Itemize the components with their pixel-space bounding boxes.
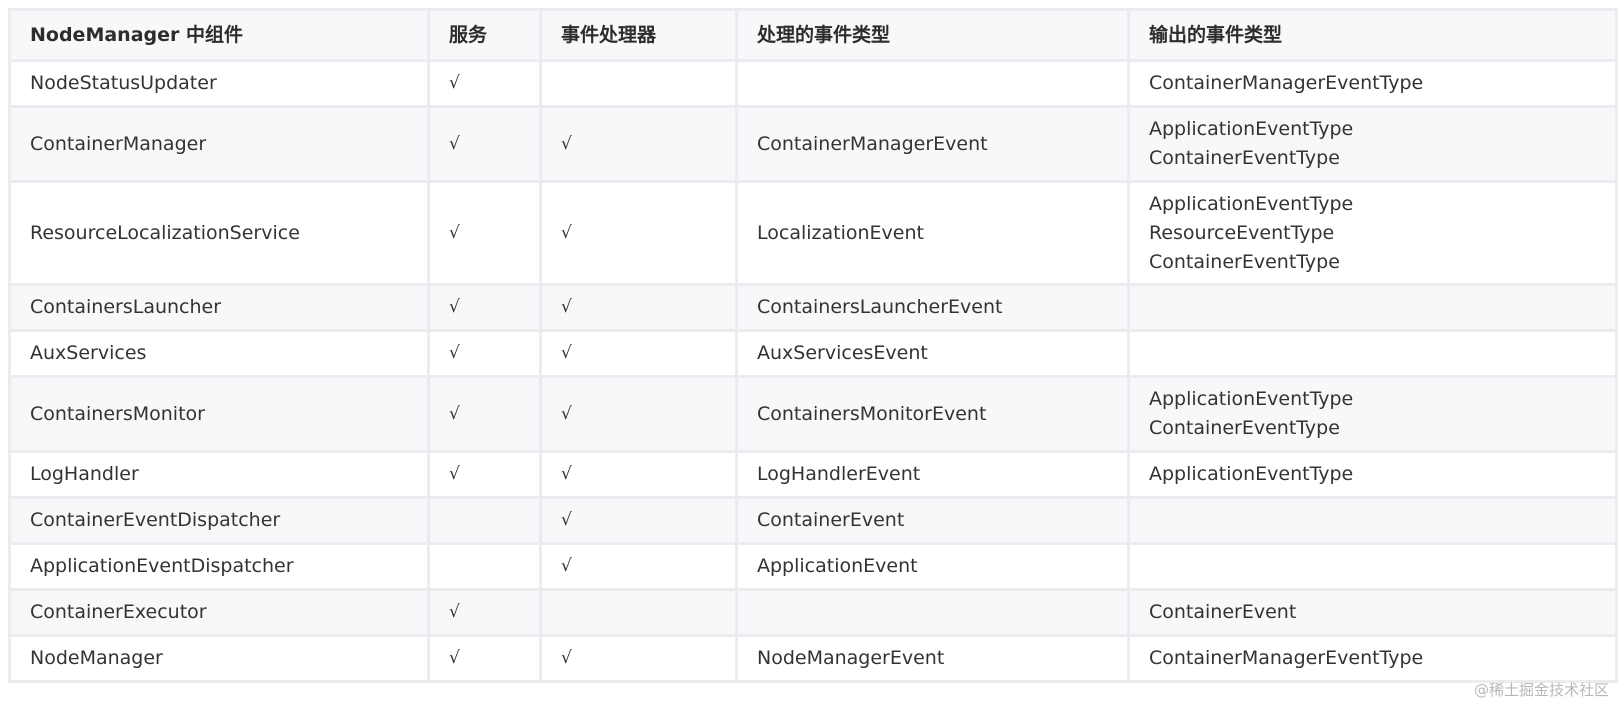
cell-component: ContainerExecutor xyxy=(8,588,430,637)
cell-output-events xyxy=(1127,283,1618,332)
cell-handled-events: LocalizationEvent xyxy=(735,180,1130,286)
table-row: ApplicationEventDispatcher √ ApplicationEv… xyxy=(8,542,1618,591)
header-component: NodeManager 中组件 xyxy=(8,8,430,62)
cell-handled-events: ContainerManagerEvent xyxy=(735,105,1130,183)
table-row: ContainerEventDispatcher √ ContainerEvent xyxy=(8,496,1618,545)
cell-output-events: ContainerManagerEventType xyxy=(1127,634,1618,683)
cell-service-check: √ xyxy=(427,375,542,453)
cell-handled-events: ContainersMonitorEvent xyxy=(735,375,1130,453)
output-event-type: ResourceEventType xyxy=(1149,221,1335,244)
cell-service-check xyxy=(427,496,542,545)
cell-service-check: √ xyxy=(427,180,542,286)
cell-service-check: √ xyxy=(427,634,542,683)
handled-event-type: ContainersLauncherEvent xyxy=(757,296,1003,318)
cell-handler-check: √ xyxy=(539,496,738,545)
cell-service-check: √ xyxy=(427,59,542,108)
output-event-type: ContainerEvent xyxy=(1149,601,1297,623)
cell-handled-events xyxy=(735,59,1130,108)
handled-event-type: ApplicationEvent xyxy=(757,555,918,577)
cell-handled-events: ContainersLauncherEvent xyxy=(735,283,1130,332)
cell-handled-events: AuxServicesEvent xyxy=(735,329,1130,378)
cell-handler-check: √ xyxy=(539,634,738,683)
output-event-type: ContainerEventType xyxy=(1149,250,1340,273)
table-row: NodeStatusUpdater √ ContainerManagerEventT… xyxy=(8,59,1618,108)
cell-service-check: √ xyxy=(427,283,542,332)
table-body: NodeStatusUpdater √ ContainerManagerEventT… xyxy=(8,59,1618,683)
cell-output-events: ContainerEvent xyxy=(1127,588,1618,637)
cell-handler-check xyxy=(539,59,738,108)
cell-component: ApplicationEventDispatcher xyxy=(8,542,430,591)
handled-event-type: ContainerEvent xyxy=(757,509,905,531)
cell-output-events: ContainerManagerEventType xyxy=(1127,59,1618,108)
cell-service-check xyxy=(427,542,542,591)
cell-handler-check: √ xyxy=(539,450,738,499)
handled-event-type: AuxServicesEvent xyxy=(757,342,928,364)
table-header-row: NodeManager 中组件 服务 事件处理器 处理的事件类型 输出的事件类型 xyxy=(8,8,1618,62)
handled-event-type: LocalizationEvent xyxy=(757,221,924,244)
cell-output-events: ApplicationEventType ContainerEventType xyxy=(1127,375,1618,453)
cell-component: LogHandler xyxy=(8,450,430,499)
cell-service-check: √ xyxy=(427,329,542,378)
cell-component: ContainerEventDispatcher xyxy=(8,496,430,545)
cell-handler-check xyxy=(539,588,738,637)
cell-handler-check: √ xyxy=(539,105,738,183)
handled-event-type: ContainersMonitorEvent xyxy=(757,402,987,425)
output-event-type: ApplicationEventType xyxy=(1149,192,1354,215)
header-output-event-types: 输出的事件类型 xyxy=(1127,8,1618,62)
cell-handled-events: NodeManagerEvent xyxy=(735,634,1130,683)
cell-handler-check: √ xyxy=(539,283,738,332)
handled-event-type: LogHandlerEvent xyxy=(757,463,921,485)
table-row: ContainerExecutor √ ContainerEvent xyxy=(8,588,1618,637)
output-event-type: ApplicationEventType xyxy=(1149,463,1354,485)
cell-handler-check: √ xyxy=(539,375,738,453)
cell-service-check: √ xyxy=(427,588,542,637)
table-row: NodeManager √ √ NodeManagerEvent ContainerMa… xyxy=(8,634,1618,683)
table-row: ResourceLocalizationService √ √ Localizatio… xyxy=(8,180,1618,286)
output-event-type: ContainerEventType xyxy=(1149,417,1340,439)
table-row: AuxServices √ √ AuxServicesEvent xyxy=(8,329,1618,378)
cell-handled-events: LogHandlerEvent xyxy=(735,450,1130,499)
table-row: ContainerManager √ √ ContainerManagerEvent A… xyxy=(8,105,1618,183)
output-event-type: ContainerEventType xyxy=(1149,147,1340,169)
cell-output-events xyxy=(1127,542,1618,591)
handled-event-type: ContainerManagerEvent xyxy=(757,132,988,155)
cell-output-events: ApplicationEventType ContainerEventType xyxy=(1127,105,1618,183)
cell-component: ContainerManager xyxy=(8,105,430,183)
cell-output-events xyxy=(1127,496,1618,545)
cell-component: AuxServices xyxy=(8,329,430,378)
output-event-type: ContainerManagerEventType xyxy=(1149,72,1424,94)
table-row: ContainersMonitor √ √ ContainersMonitorEven… xyxy=(8,375,1618,453)
table-row: ContainersLauncher √ √ ContainersLauncherEv… xyxy=(8,283,1618,332)
header-event-handler: 事件处理器 xyxy=(539,8,738,62)
header-service: 服务 xyxy=(427,8,542,62)
cell-service-check: √ xyxy=(427,105,542,183)
cell-output-events: ApplicationEventType ResourceEventType Con… xyxy=(1127,180,1618,286)
table-row: LogHandler √ √ LogHandlerEvent ApplicationEv… xyxy=(8,450,1618,499)
cell-handled-events: ContainerEvent xyxy=(735,496,1130,545)
cell-output-events: ApplicationEventType xyxy=(1127,450,1618,499)
handled-event-type: NodeManagerEvent xyxy=(757,647,945,669)
cell-component: ContainersMonitor xyxy=(8,375,430,453)
cell-component: NodeManager xyxy=(8,634,430,683)
cell-component: NodeStatusUpdater xyxy=(8,59,430,108)
cell-handler-check: √ xyxy=(539,542,738,591)
cell-component: ResourceLocalizationService xyxy=(8,180,430,286)
cell-handled-events: ApplicationEvent xyxy=(735,542,1130,591)
cell-handler-check: √ xyxy=(539,329,738,378)
output-event-type: ApplicationEventType xyxy=(1149,118,1354,140)
cell-output-events xyxy=(1127,329,1618,378)
output-event-type: ContainerManagerEventType xyxy=(1149,647,1424,669)
cell-handler-check: √ xyxy=(539,180,738,286)
event-table-container: NodeManager 中组件 服务 事件处理器 处理的事件类型 输出的事件类型… xyxy=(8,8,1618,683)
nodemanager-components-table: NodeManager 中组件 服务 事件处理器 处理的事件类型 输出的事件类型… xyxy=(8,8,1618,683)
cell-service-check: √ xyxy=(427,450,542,499)
watermark: @稀土掘金技术社区 xyxy=(1473,681,1609,699)
output-event-type: ApplicationEventType xyxy=(1149,388,1354,410)
cell-handled-events xyxy=(735,588,1130,637)
cell-component: ContainersLauncher xyxy=(8,283,430,332)
header-handled-event-types: 处理的事件类型 xyxy=(735,8,1130,62)
